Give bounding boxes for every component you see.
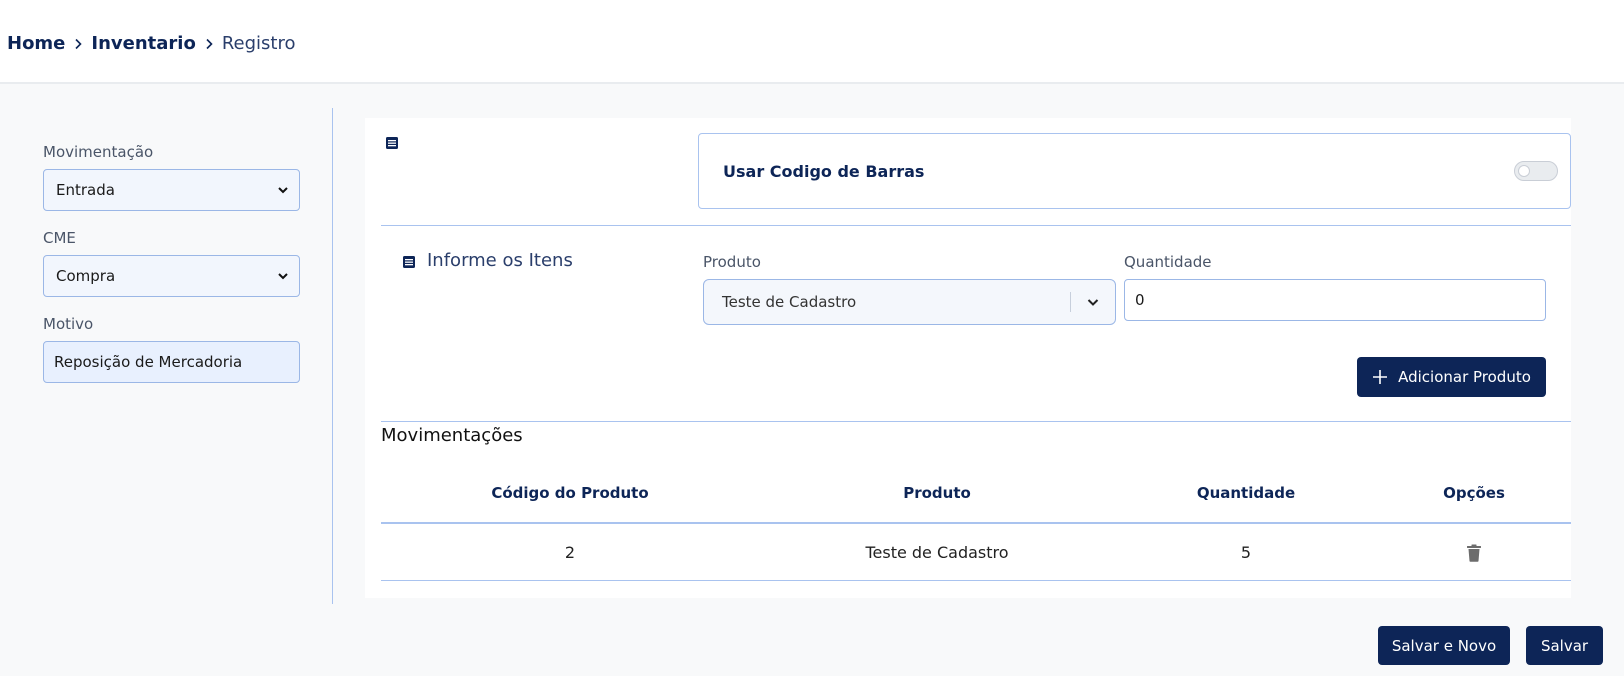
save-and-new-label: Salvar e Novo — [1391, 636, 1497, 655]
column-header-opcoes: Opções — [1443, 484, 1505, 502]
quantidade-label: Quantidade — [1124, 253, 1212, 271]
produto-label: Produto — [703, 253, 761, 271]
movimentacao-label: Movimentação — [43, 143, 154, 161]
top-bar: Home Inventario Registro — [0, 0, 1624, 84]
vertical-divider — [332, 108, 333, 604]
cell-quantidade: 5 — [1240, 543, 1252, 562]
movimentacao-select-value: Entrada — [56, 181, 115, 199]
motivo-input-value: Reposição de Mercadoria — [54, 353, 243, 371]
list-icon — [403, 256, 415, 268]
chevron-down-icon — [278, 273, 288, 280]
chevron-down-icon[interactable] — [1071, 279, 1115, 325]
cell-codigo: 2 — [564, 543, 576, 562]
motivo-input[interactable]: Reposição de Mercadoria — [43, 341, 300, 383]
column-header-produto: Produto — [903, 484, 971, 502]
save-label: Salvar — [1540, 636, 1589, 655]
produto-select[interactable]: Teste de Cadastro — [703, 279, 1116, 325]
barcode-toggle-card: Usar Codigo de Barras — [698, 133, 1571, 209]
cme-label: CME — [43, 229, 76, 247]
column-header-quantidade: Quantidade — [1196, 484, 1296, 502]
quantidade-input-value: 0 — [1135, 291, 1145, 309]
breadcrumb: Home Inventario Registro — [7, 33, 296, 54]
plus-icon — [1373, 370, 1388, 384]
column-header-codigo: Código do Produto — [491, 484, 649, 502]
barcode-toggle[interactable] — [1514, 161, 1558, 181]
movimentacoes-title: Movimentações — [381, 425, 523, 446]
chevron-right-icon — [65, 35, 91, 53]
trash-icon[interactable] — [1466, 544, 1482, 562]
section-divider — [381, 421, 1571, 422]
toggle-knob — [1518, 165, 1530, 177]
breadcrumb-home-link[interactable]: Home — [7, 33, 65, 54]
table-bottom-divider — [381, 580, 1571, 581]
cme-select-value: Compra — [56, 267, 116, 285]
table-header-divider — [381, 522, 1571, 524]
chevron-down-icon — [278, 187, 288, 194]
save-button[interactable]: Salvar — [1526, 626, 1603, 665]
save-and-new-button[interactable]: Salvar e Novo — [1378, 626, 1510, 665]
produto-select-value: Teste de Cadastro — [722, 293, 857, 311]
motivo-label: Motivo — [43, 315, 94, 333]
items-section-title: Informe os Itens — [427, 250, 573, 271]
cme-select[interactable]: Compra — [43, 255, 300, 297]
breadcrumb-inventario-link[interactable]: Inventario — [91, 33, 195, 54]
add-product-label: Adicionar Produto — [1398, 368, 1531, 386]
quantidade-input[interactable]: 0 — [1124, 279, 1546, 321]
add-product-button[interactable]: Adicionar Produto — [1357, 357, 1546, 397]
movimentacao-select[interactable]: Entrada — [43, 169, 300, 211]
breadcrumb-current: Registro — [221, 33, 296, 54]
barcode-label: Usar Codigo de Barras — [723, 162, 925, 181]
list-icon — [386, 137, 398, 149]
chevron-right-icon — [196, 35, 222, 53]
section-divider — [381, 225, 1571, 226]
cell-produto: Teste de Cadastro — [865, 543, 1009, 562]
